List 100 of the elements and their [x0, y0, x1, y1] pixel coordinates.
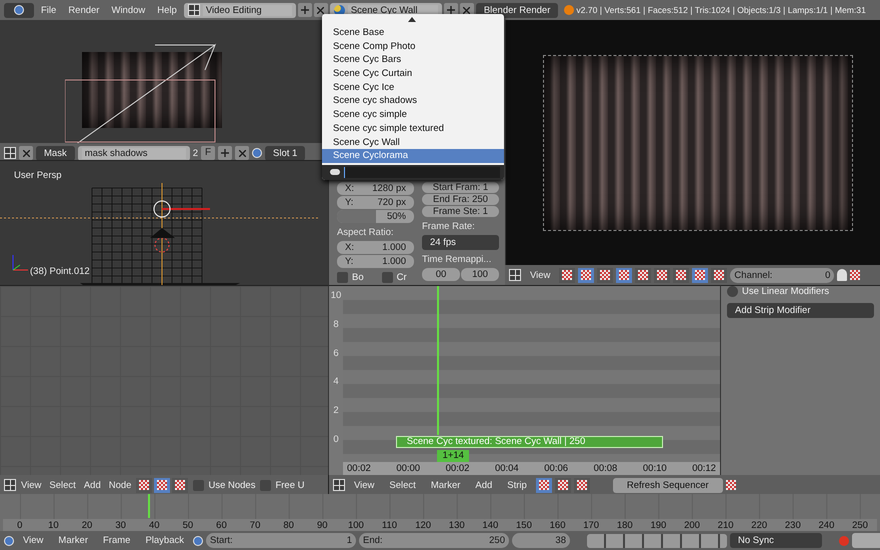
mask-name-field[interactable]: mask shadows — [78, 146, 190, 160]
menu-item[interactable]: View — [18, 480, 44, 490]
info-editor-button[interactable] — [4, 2, 34, 18]
checkbox[interactable] — [260, 480, 272, 490]
add-strip-modifier-dropdown[interactable]: Add Strip Modifier — [727, 303, 874, 318]
node-type-toggle-button[interactable] — [136, 478, 152, 492]
menu-item[interactable]: View — [524, 270, 556, 280]
view-toggle-button[interactable] — [574, 478, 590, 492]
menu-item[interactable]: Select — [46, 480, 79, 490]
view-toggle-button[interactable] — [711, 268, 728, 282]
checkerboard-icon — [157, 480, 168, 490]
percentage-slider[interactable]: 50% — [337, 210, 414, 223]
current-frame-field[interactable]: 38 — [512, 533, 570, 548]
frame-number: 10 — [47, 520, 60, 530]
view-toggle-button[interactable] — [654, 268, 670, 282]
menu-item[interactable]: Scene cyc shadows — [322, 94, 504, 108]
field-value: 720 px — [377, 197, 406, 208]
slot-dropdown[interactable]: Slot 1 — [265, 146, 306, 160]
number-field[interactable]: Y: 720 px — [337, 196, 414, 209]
menu-item[interactable]: Marker — [424, 480, 466, 490]
menu-item[interactable]: Scene Base — [322, 26, 504, 40]
view-toggle-button[interactable] — [616, 268, 632, 282]
checkbox[interactable] — [337, 272, 348, 283]
menu-item[interactable]: Add — [80, 480, 104, 490]
view-toggle-button[interactable] — [536, 478, 552, 492]
sync-dropdown[interactable]: No Sync — [730, 533, 822, 548]
field-value: 1.000 — [382, 256, 406, 267]
checkbox-label: Use Linear Modifiers — [742, 286, 830, 297]
menu-item[interactable]: Scene Cyclorama — [322, 149, 504, 163]
menu-item[interactable]: Playback — [139, 535, 190, 546]
menu-item[interactable]: Help — [152, 4, 182, 16]
view-toggle-button[interactable] — [692, 268, 708, 282]
playhead-line[interactable] — [437, 286, 440, 435]
number-field[interactable]: 100 — [461, 268, 499, 281]
menu-item[interactable]: Scene Cyc Bars — [322, 53, 504, 68]
number-field[interactable]: Y: 1.000 — [337, 255, 414, 268]
time-label: 00:02 — [446, 463, 470, 474]
close-icon — [317, 6, 324, 14]
menu-item[interactable]: Frame — [96, 535, 136, 546]
menu-item[interactable]: Scene Cyc Wall — [322, 136, 504, 150]
checkbox[interactable] — [727, 286, 738, 297]
number-field[interactable]: X: 1280 px — [337, 182, 414, 195]
menu-item[interactable]: Add — [469, 480, 498, 490]
view-toggle-button[interactable] — [559, 268, 576, 282]
refresh-sequencer-button[interactable]: Refresh Sequencer — [612, 478, 723, 492]
channel-field[interactable]: Channel: 0 — [730, 268, 834, 282]
mask-mode-dropdown[interactable]: Mask — [36, 146, 75, 160]
menu-item[interactable]: Scene cyc simple textured — [322, 122, 504, 136]
search-field[interactable] — [344, 166, 500, 178]
field-text: Scene Cyc Wall — [348, 4, 438, 16]
view-toggle-button[interactable] — [635, 268, 652, 282]
menu-item[interactable]: Node — [106, 480, 134, 490]
menu-item[interactable]: File — [36, 4, 62, 16]
field-text: mask shadows — [82, 148, 186, 158]
menu-item[interactable]: View — [348, 480, 380, 490]
screen-layout-field[interactable]: Video Editing — [184, 2, 296, 18]
end-frame-field[interactable]: End: 250 — [359, 533, 509, 548]
start-frame-field[interactable]: Start: 1 — [206, 533, 356, 548]
number-field[interactable]: 00 — [422, 268, 460, 281]
menu-item[interactable]: View — [17, 535, 50, 546]
node-type-toggle-button[interactable] — [154, 478, 170, 492]
record-icon — [839, 536, 849, 546]
view-toggle-button[interactable] — [673, 268, 690, 282]
close-button[interactable] — [314, 3, 328, 17]
menu-item[interactable]: Scene Comp Photo — [322, 40, 504, 54]
number-field[interactable]: End Fra: 250 — [422, 194, 499, 205]
menu-item[interactable]: Scene cyc simple — [322, 108, 504, 122]
channel-number: 10 — [330, 290, 342, 301]
menu-item[interactable]: Select — [383, 480, 422, 490]
channel-number: 4 — [333, 376, 339, 388]
time-label: 00:10 — [642, 463, 667, 474]
checkerboard-icon — [581, 270, 592, 280]
menu-item[interactable]: Render — [63, 4, 104, 16]
view-toggle-button[interactable] — [597, 268, 614, 282]
checkbox[interactable] — [193, 480, 204, 490]
number-field[interactable]: X: 1.000 — [337, 241, 414, 254]
view-toggle-button[interactable] — [578, 268, 594, 282]
number-field[interactable]: Frame Ste: 1 — [422, 206, 499, 217]
menu-item[interactable]: Window — [106, 4, 150, 16]
frame-number: 170 — [582, 520, 600, 530]
menu-item[interactable]: Scene Cyc Curtain — [322, 67, 504, 81]
number-field[interactable]: Start Fram: 1 — [422, 182, 499, 193]
frame-rate-dropdown[interactable]: 24 fps — [422, 235, 499, 250]
frame-number: 250 — [851, 520, 869, 530]
field-label: X: — [345, 183, 354, 194]
fake-user-button[interactable]: F — [201, 146, 215, 160]
scroll-up-icon — [408, 17, 416, 22]
menu-item[interactable]: Scene Cyc Ice — [322, 80, 504, 94]
playhead-line[interactable] — [148, 494, 150, 518]
node-type-toggle-button[interactable] — [172, 478, 188, 492]
menu-item[interactable]: Strip — [501, 480, 533, 490]
render-engine-dropdown[interactable]: Blender Render — [476, 2, 558, 18]
field-value: 1.000 — [382, 242, 406, 253]
checkbox-label: Free U — [275, 480, 304, 490]
menu-item[interactable]: Marker — [52, 535, 94, 546]
checkbox[interactable] — [382, 272, 393, 283]
close-icon — [22, 150, 30, 156]
checkbox-label: Bo — [352, 272, 364, 283]
view-toggle-button[interactable] — [554, 478, 571, 492]
grid-icon — [509, 269, 521, 281]
